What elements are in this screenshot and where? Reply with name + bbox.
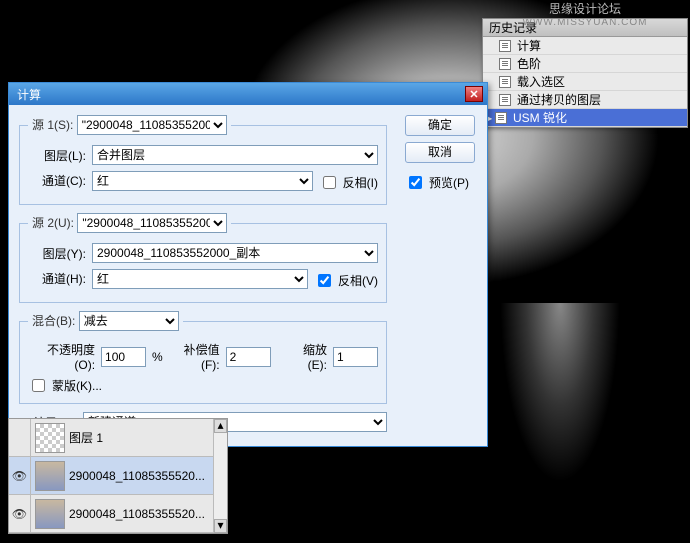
document-icon bbox=[497, 94, 513, 106]
opacity-input[interactable] bbox=[101, 347, 146, 367]
cancel-button[interactable]: 取消 bbox=[405, 142, 475, 163]
watermark-line2: WWW.MISSYUAN.COM bbox=[480, 17, 690, 28]
mask-label: 蒙版(K)... bbox=[52, 377, 102, 394]
source1-invert-input[interactable] bbox=[323, 176, 336, 189]
layer-row[interactable]: 👁 2900048_11085355520... bbox=[9, 495, 213, 533]
source2-layer-select[interactable]: 2900048_110853552000_副本 bbox=[92, 243, 378, 263]
document-icon bbox=[497, 58, 513, 70]
percent-label: % bbox=[152, 350, 163, 364]
history-item-label: USM 锐化 bbox=[513, 109, 567, 126]
source2-legend: 源 2(U): "2900048_110853552000_"... bbox=[28, 213, 231, 233]
history-item-label: 计算 bbox=[517, 37, 541, 54]
layer-row[interactable]: 图层 1 bbox=[9, 419, 213, 457]
source1-channel-label: 通道(C): bbox=[28, 172, 86, 189]
watermark-line1: 思缘设计论坛 bbox=[480, 0, 690, 17]
layer-thumbnail[interactable] bbox=[35, 461, 65, 491]
visibility-toggle[interactable] bbox=[9, 419, 31, 456]
offset-label: 补偿值(F): bbox=[169, 341, 220, 372]
history-panel: 历史记录 计算 色阶 载入选区 通过拷贝的图层 ▶ USM 锐化 bbox=[482, 18, 688, 128]
watermark: 思缘设计论坛 WWW.MISSYUAN.COM bbox=[480, 0, 690, 28]
source1-legend: 源 1(S): "2900048_110853552000_"... bbox=[28, 115, 231, 135]
source1-layer-label: 图层(L): bbox=[28, 147, 86, 164]
source2-invert-input[interactable] bbox=[318, 274, 331, 287]
blending-legend: 混合(B): 减去 bbox=[28, 311, 183, 331]
layers-panel: 图层 1 👁 2900048_11085355520... 👁 2900048_… bbox=[8, 418, 228, 534]
source2-group: 源 2(U): "2900048_110853552000_"... 图层(Y)… bbox=[19, 213, 387, 303]
close-button[interactable]: ✕ bbox=[465, 86, 483, 102]
blending-group: 混合(B): 减去 不透明度(O): % 补偿值(F): 缩放(E): 蒙版(K… bbox=[19, 311, 387, 404]
source2-invert-checkbox[interactable]: 反相(V) bbox=[314, 271, 378, 290]
layer-name[interactable]: 2900048_11085355520... bbox=[69, 507, 213, 521]
scroll-up-icon[interactable]: ▴ bbox=[214, 419, 227, 433]
preview-label: 预览(P) bbox=[429, 174, 469, 191]
history-item-label: 通过拷贝的图层 bbox=[517, 91, 601, 108]
dialog-titlebar[interactable]: 计算 ✕ bbox=[9, 83, 487, 105]
mask-checkbox[interactable]: 蒙版(K)... bbox=[28, 376, 378, 395]
source1-image-select[interactable]: "2900048_110853552000_"... bbox=[77, 115, 227, 135]
history-item[interactable]: 载入选区 bbox=[483, 73, 687, 91]
source1-invert-checkbox[interactable]: 反相(I) bbox=[319, 173, 378, 192]
history-item[interactable]: 计算 bbox=[483, 37, 687, 55]
preview-checkbox[interactable]: 预览(P) bbox=[405, 173, 475, 192]
history-item[interactable]: 色阶 bbox=[483, 55, 687, 73]
layer-name[interactable]: 图层 1 bbox=[69, 429, 213, 446]
history-item-label: 色阶 bbox=[517, 55, 541, 72]
source2-layer-label: 图层(Y): bbox=[28, 245, 86, 262]
ok-button[interactable]: 确定 bbox=[405, 115, 475, 136]
scale-label: 缩放(E): bbox=[287, 341, 327, 372]
source2-invert-label: 反相(V) bbox=[338, 272, 378, 289]
document-icon bbox=[493, 112, 509, 124]
opacity-label: 不透明度(O): bbox=[28, 341, 95, 372]
layer-thumbnail[interactable] bbox=[35, 423, 65, 453]
calculations-dialog: 计算 ✕ 确定 取消 预览(P) 源 1(S): "2900048_110853… bbox=[8, 82, 488, 447]
history-item-label: 载入选区 bbox=[517, 73, 565, 90]
source1-channel-select[interactable]: 红 bbox=[92, 171, 313, 191]
source1-invert-label: 反相(I) bbox=[343, 174, 378, 191]
layer-thumbnail[interactable] bbox=[35, 499, 65, 529]
document-icon bbox=[497, 40, 513, 52]
history-item[interactable]: 通过拷贝的图层 bbox=[483, 91, 687, 109]
offset-input[interactable] bbox=[226, 347, 271, 367]
mask-checkbox-input[interactable] bbox=[32, 379, 45, 392]
scroll-down-icon[interactable]: ▾ bbox=[214, 519, 227, 533]
scale-input[interactable] bbox=[333, 347, 378, 367]
layers-scrollbar[interactable]: ▴ ▾ bbox=[213, 419, 227, 533]
blending-mode-select[interactable]: 减去 bbox=[79, 311, 179, 331]
source2-channel-label: 通道(H): bbox=[28, 270, 86, 287]
layer-name[interactable]: 2900048_11085355520... bbox=[69, 469, 213, 483]
layer-row[interactable]: 👁 2900048_11085355520... bbox=[9, 457, 213, 495]
dialog-title: 计算 bbox=[17, 86, 465, 103]
document-icon bbox=[497, 76, 513, 88]
source1-group: 源 1(S): "2900048_110853552000_"... 图层(L)… bbox=[19, 115, 387, 205]
source2-image-select[interactable]: "2900048_110853552000_"... bbox=[77, 213, 227, 233]
history-item[interactable]: ▶ USM 锐化 bbox=[483, 109, 687, 127]
preview-checkbox-input[interactable] bbox=[409, 176, 422, 189]
visibility-toggle[interactable]: 👁 bbox=[9, 457, 31, 494]
source1-layer-select[interactable]: 合并图层 bbox=[92, 145, 378, 165]
visibility-toggle[interactable]: 👁 bbox=[9, 495, 31, 532]
source2-channel-select[interactable]: 红 bbox=[92, 269, 308, 289]
